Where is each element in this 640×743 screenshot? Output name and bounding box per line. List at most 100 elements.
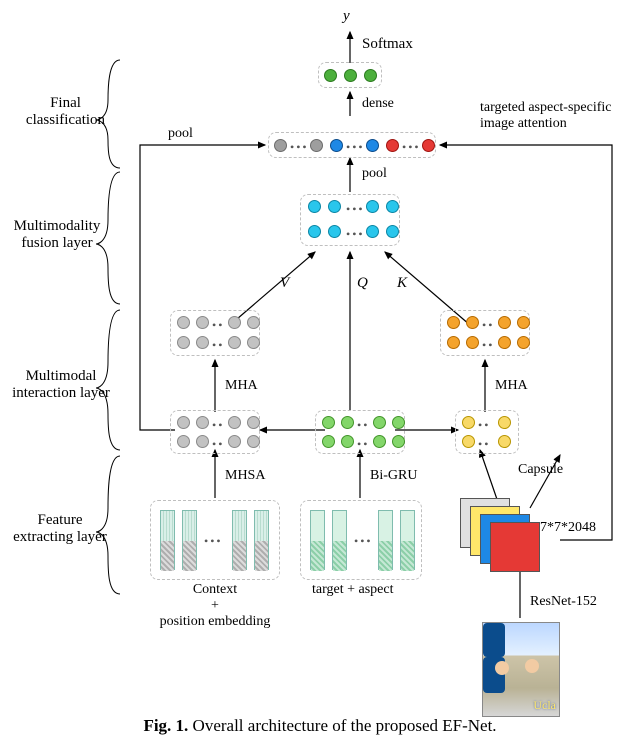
image-dot — [466, 316, 479, 329]
context-legend-line2: position embedding — [160, 614, 271, 629]
image-dot — [498, 316, 511, 329]
concat-dot-blue — [366, 139, 379, 152]
target-aspect-dot — [322, 435, 335, 448]
image-attention-label: targeted aspect-specific image attention — [480, 100, 620, 132]
layer-label-interaction-text: Multimodalinteraction layer — [12, 368, 110, 401]
capsule-dot — [462, 416, 475, 429]
text-dot — [228, 416, 241, 429]
context-token-embedding — [160, 510, 175, 570]
fusion-dot — [328, 200, 341, 213]
feature-map-plane — [490, 522, 540, 572]
fusion-dot — [308, 225, 321, 238]
image-attention-line1: targeted aspect-specific — [480, 100, 612, 115]
text-dot — [196, 416, 209, 429]
mha-right-label: MHA — [495, 378, 528, 394]
softmax-dot — [364, 69, 377, 82]
ellipsis: •• — [482, 319, 494, 331]
output-symbol: y — [343, 8, 350, 25]
capsule-label: Capsule — [518, 462, 563, 478]
target-aspect-dot — [341, 416, 354, 429]
mhsa-label: MHSA — [225, 468, 265, 484]
layer-label-feature-text: Featureextracting layer — [13, 512, 107, 545]
image-attention-line2: image attention — [480, 116, 567, 131]
concat-dot-gray — [274, 139, 287, 152]
figure-caption-prefix: Fig. 1. — [143, 716, 188, 735]
text-dot — [196, 336, 209, 349]
figure-caption: Fig. 1. Overall architecture of the prop… — [110, 716, 530, 736]
layer-label-fusion-text: Multimodalityfusion layer — [14, 218, 101, 251]
text-dot — [177, 435, 190, 448]
v-label: V — [280, 275, 289, 292]
layer-label-final-text: Finalclassification — [26, 95, 105, 128]
ellipsis: ••• — [346, 141, 365, 153]
fusion-dot — [366, 225, 379, 238]
text-dot — [228, 336, 241, 349]
target-aspect-embedding — [310, 510, 325, 570]
context-token-embedding — [254, 510, 269, 570]
fusion-dot — [386, 225, 399, 238]
image-dot — [447, 316, 460, 329]
target-aspect-legend: target + aspect — [312, 582, 394, 598]
concat-dot-red — [422, 139, 435, 152]
softmax-dot — [344, 69, 357, 82]
ellipsis: ••• — [354, 535, 373, 547]
context-token-embedding — [182, 510, 197, 570]
ellipsis: •• — [212, 438, 224, 450]
ellipsis: •• — [212, 419, 224, 431]
layer-label-final: Finalclassification — [18, 95, 113, 129]
context-legend-plus: + — [211, 598, 219, 613]
text-dot — [177, 416, 190, 429]
ellipsis: ••• — [346, 228, 365, 240]
layer-label-feature: Featureextracting layer — [10, 512, 110, 546]
capsule-dot — [498, 416, 511, 429]
image-dot — [517, 336, 530, 349]
image-dot — [466, 336, 479, 349]
target-aspect-embedding — [400, 510, 415, 570]
target-aspect-dot — [392, 435, 405, 448]
pool-label-left: pool — [168, 126, 193, 142]
fusion-dot — [308, 200, 321, 213]
context-legend-line1: Context — [193, 582, 237, 597]
text-dot — [247, 416, 260, 429]
target-aspect-embedding — [332, 510, 347, 570]
image-dot — [447, 336, 460, 349]
ellipsis: •• — [478, 419, 490, 431]
ellipsis: •• — [357, 419, 369, 431]
ellipsis: •• — [212, 339, 224, 351]
target-aspect-embedding — [378, 510, 393, 570]
ellipsis: ••• — [402, 141, 421, 153]
img-dim-label: 7*7*2048 — [540, 520, 596, 536]
concat-dot-red — [386, 139, 399, 152]
target-aspect-dot — [373, 416, 386, 429]
concat-dot-gray — [310, 139, 323, 152]
text-dot — [177, 336, 190, 349]
fusion-dot — [328, 225, 341, 238]
ellipsis: •• — [482, 339, 494, 351]
k-label: K — [397, 275, 407, 292]
capsule-dot — [462, 435, 475, 448]
text-dot — [228, 316, 241, 329]
text-dot — [247, 336, 260, 349]
context-legend: Context + position embedding — [150, 582, 280, 630]
softmax-label: Softmax — [362, 36, 413, 53]
concat-dot-blue — [330, 139, 343, 152]
text-dot — [247, 435, 260, 448]
ellipsis: ••• — [346, 203, 365, 215]
ellipsis: ••• — [204, 535, 223, 547]
mha-left-label: MHA — [225, 378, 258, 394]
text-dot — [196, 316, 209, 329]
text-dot — [247, 316, 260, 329]
text-dot — [177, 316, 190, 329]
target-aspect-dot — [373, 435, 386, 448]
ellipsis: •• — [212, 319, 224, 331]
pool-label-mid: pool — [362, 166, 387, 182]
fusion-dot — [366, 200, 379, 213]
photo-watermark: Ucla — [533, 698, 556, 713]
text-dot — [228, 435, 241, 448]
context-token-embedding — [232, 510, 247, 570]
layer-label-interaction: Multimodalinteraction layer — [7, 368, 115, 402]
softmax-dot — [324, 69, 337, 82]
fusion-dot — [386, 200, 399, 213]
ellipsis: ••• — [290, 141, 309, 153]
ellipsis: •• — [357, 438, 369, 450]
